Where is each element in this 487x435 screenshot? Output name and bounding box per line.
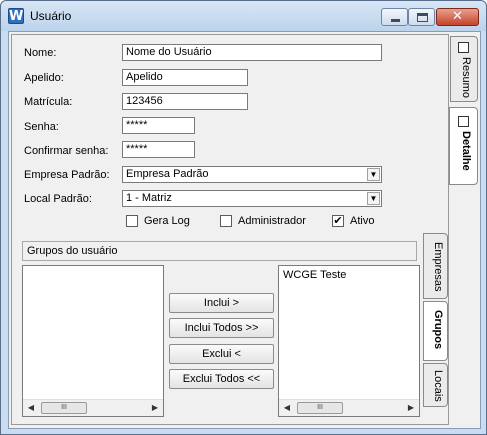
confirmar-senha-label: Confirmar senha: [24, 145, 109, 157]
administrador-label: Administrador [238, 215, 306, 227]
scroll-right-icon[interactable]: ▶ [405, 402, 417, 414]
scroll-thumb[interactable]: III [41, 402, 87, 414]
check-icon: ✔ [333, 214, 343, 227]
tab-empresas[interactable]: Empresas [423, 233, 448, 299]
matricula-label: Matrícula: [24, 96, 73, 108]
chevron-down-icon[interactable]: ▼ [367, 168, 380, 181]
scroll-left-icon[interactable]: ◀ [25, 402, 37, 414]
empresa-padrao-label: Empresa Padrão: [24, 169, 110, 181]
exclude-button[interactable]: Exclui < [169, 344, 274, 364]
client-area: Nome: Nome do Usuário Apelido: Apelido M… [8, 31, 481, 429]
senha-field[interactable]: ***** [122, 117, 195, 134]
ativo-checkbox[interactable]: ✔ [332, 215, 344, 227]
app-icon: W [8, 8, 24, 24]
detail-icon [458, 116, 469, 127]
gera-log-checkbox[interactable] [126, 215, 138, 227]
include-all-button[interactable]: Inclui Todos >> [169, 318, 274, 338]
administrador-checkbox[interactable] [220, 215, 232, 227]
nome-label: Nome: [24, 47, 57, 59]
horizontal-scrollbar[interactable]: ◀ III ▶ [279, 399, 419, 416]
exclude-all-button[interactable]: Exclui Todos << [169, 369, 274, 389]
horizontal-scrollbar[interactable]: ◀ III ▶ [23, 399, 163, 416]
nome-field[interactable]: Nome do Usuário [122, 44, 382, 61]
tab-empresas-label: Empresas [432, 242, 444, 292]
detail-panel: Nome: Nome do Usuário Apelido: Apelido M… [11, 34, 449, 425]
empresa-padrao-select[interactable]: Empresa Padrão ▼ [122, 166, 382, 183]
gera-log-label: Gera Log [144, 215, 190, 227]
tab-detalhe-label: Detalhe [460, 131, 472, 171]
empresa-padrao-value: Empresa Padrão [126, 168, 209, 180]
assigned-groups-list[interactable]: WCGE Teste ◀ III ▶ [278, 265, 420, 417]
local-padrao-value: 1 - Matriz [126, 192, 172, 204]
tab-grupos-label: Grupos [432, 310, 444, 350]
ativo-label: Ativo [350, 215, 375, 227]
grupos-header: Grupos do usuário [22, 241, 417, 261]
scroll-thumb[interactable]: III [297, 402, 343, 414]
grupos-header-label: Grupos do usuário [27, 245, 118, 257]
include-button[interactable]: Inclui > [169, 293, 274, 313]
available-groups-list[interactable]: ◀ III ▶ [22, 265, 164, 417]
scroll-left-icon[interactable]: ◀ [281, 402, 293, 414]
tab-locais[interactable]: Locais [423, 363, 448, 407]
tab-resumo[interactable]: Resumo [450, 36, 478, 102]
maximize-icon [417, 13, 428, 22]
scroll-right-icon[interactable]: ▶ [149, 402, 161, 414]
maximize-button[interactable] [408, 8, 435, 26]
local-padrao-label: Local Padrão: [24, 193, 92, 205]
tab-resumo-label: Resumo [460, 57, 472, 98]
matricula-field[interactable]: 123456 [122, 93, 248, 110]
apelido-field[interactable]: Apelido [122, 69, 248, 86]
close-icon: ✕ [452, 9, 463, 24]
confirmar-senha-field[interactable]: ***** [122, 141, 195, 158]
close-button[interactable]: ✕ [436, 8, 479, 26]
usuario-window: W Usuário ✕ Nome: Nome do Usuário Apelid… [0, 0, 487, 435]
apelido-label: Apelido: [24, 72, 64, 84]
minimize-icon [391, 19, 400, 22]
window-title: Usuário [30, 9, 72, 23]
tab-locais-label: Locais [432, 370, 444, 402]
minimize-button[interactable] [381, 8, 408, 26]
chevron-down-icon[interactable]: ▼ [367, 192, 380, 205]
tab-grupos[interactable]: Grupos [423, 301, 448, 361]
senha-label: Senha: [24, 121, 59, 133]
title-bar[interactable]: W Usuário ✕ [1, 1, 486, 31]
list-item[interactable]: WCGE Teste [283, 269, 346, 281]
tab-detalhe[interactable]: Detalhe [449, 107, 478, 185]
summary-icon [458, 42, 469, 53]
local-padrao-select[interactable]: 1 - Matriz ▼ [122, 190, 382, 207]
